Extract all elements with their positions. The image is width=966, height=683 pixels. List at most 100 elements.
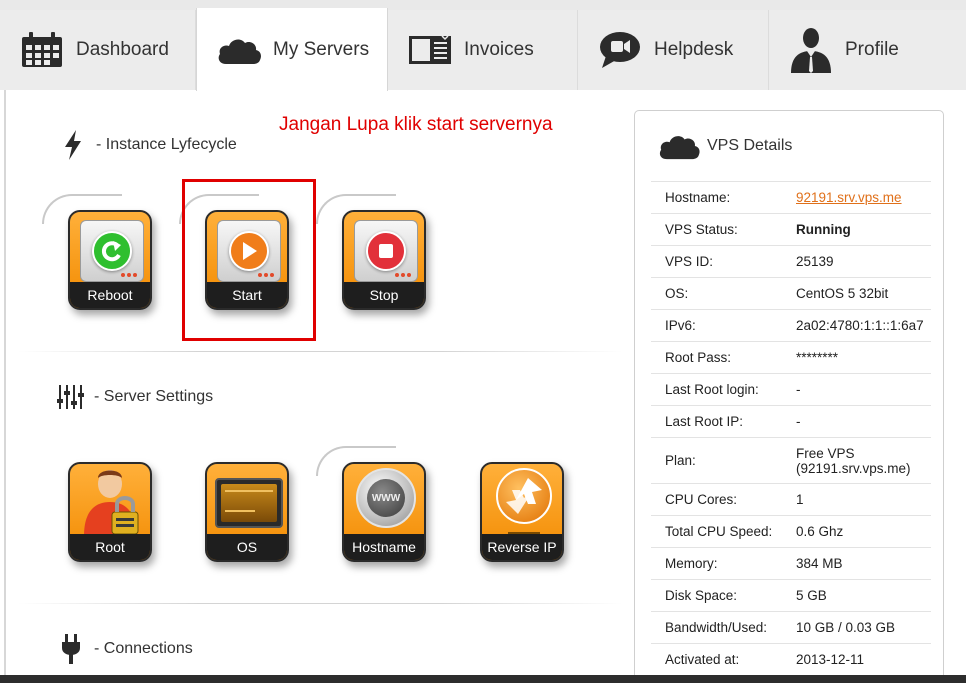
detail-row-os: OS: CentOS 5 32bit [651, 277, 931, 309]
detail-value: 2013-12-11 [796, 652, 865, 667]
status-leds [395, 273, 411, 277]
root-button[interactable]: Root [54, 442, 152, 570]
section-server-settings: - Server Settings [56, 382, 213, 412]
tab-helpdesk[interactable]: Helpdesk [578, 10, 769, 90]
bottom-taskbar-edge [0, 675, 966, 683]
detail-row-cpu-cores: CPU Cores: 1 [651, 483, 931, 515]
content-left-border [4, 90, 6, 675]
reverse-ip-button[interactable]: Reverse IP [466, 442, 564, 570]
root-tile-body: Root [68, 462, 152, 562]
tab-profile-label: Profile [845, 39, 899, 60]
reverse-arrow-icon [496, 468, 552, 524]
equalizer-icon [56, 382, 86, 412]
detail-value: 2a02:4780:1:1::1:6a7 [796, 318, 924, 333]
root-label: Root [70, 534, 150, 560]
hostname-button[interactable]: WWW Hostname [316, 442, 426, 570]
vps-details-list: Hostname: 92191.srv.vps.me VPS Status: R… [651, 181, 931, 675]
detail-key: OS: [665, 286, 689, 301]
section-server-settings-title: - Server Settings [94, 388, 214, 405]
section-divider [18, 351, 623, 352]
tab-my-servers-label: My Servers [273, 38, 370, 60]
detail-value: - [796, 414, 801, 429]
detail-key: Plan: [665, 453, 696, 468]
hostname-link[interactable]: 92191.srv.vps.me [796, 190, 931, 205]
tab-my-servers[interactable]: My Servers [196, 8, 388, 91]
detail-row-last-root-login: Last Root login: - [651, 373, 931, 405]
detail-row-bandwidth: Bandwidth/Used: 10 GB / 0.03 GB [651, 611, 931, 643]
hostname-label: Hostname [344, 534, 424, 560]
detail-key: Last Root IP: [665, 414, 744, 429]
detail-value: 25139 [796, 254, 834, 269]
top-nav-tabs: Dashboard My Servers Invoices Helpdesk P… [0, 0, 966, 91]
detail-key: Last Root login: [665, 382, 759, 397]
cloud-icon [215, 30, 263, 70]
reboot-label: Reboot [70, 282, 150, 308]
start-reminder-note: Jangan Lupa klik start servernya [279, 114, 553, 135]
section-connections-title: - Connections [94, 640, 193, 657]
detail-row-memory: Memory: 384 MB [651, 547, 931, 579]
calendar-icon [18, 30, 66, 70]
detail-value: 5 GB [796, 588, 827, 603]
os-screen-icon [215, 478, 283, 528]
stop-label: Stop [344, 282, 424, 308]
lightning-icon [58, 130, 88, 160]
invoice-icon [406, 30, 454, 70]
start-highlight-frame [182, 179, 316, 341]
detail-key: Disk Space: [665, 588, 738, 603]
tab-dashboard-label: Dashboard [76, 39, 169, 60]
plug-icon [56, 634, 86, 664]
stop-icon [366, 231, 406, 271]
detail-value: 0.6 Ghz [796, 524, 844, 539]
detail-value: 1 [796, 492, 804, 507]
detail-key: VPS Status: [665, 222, 738, 237]
tab-helpdesk-label: Helpdesk [654, 39, 734, 60]
chat-bubble-icon [596, 30, 644, 70]
detail-key: Hostname: [665, 190, 731, 205]
detail-row-hostname: Hostname: 92191.srv.vps.me [651, 181, 931, 213]
detail-key: Bandwidth/Used: [665, 620, 768, 635]
detail-value: ******** [796, 350, 839, 365]
detail-row-disk: Disk Space: 5 GB [651, 579, 931, 611]
reboot-icon [92, 231, 132, 271]
os-button[interactable]: OS [191, 442, 289, 570]
status-leds [121, 273, 137, 277]
status-value: Running [796, 222, 851, 237]
user-lock-icon [80, 466, 144, 536]
detail-value: CentOS 5 32bit [796, 286, 889, 301]
section-instance-lifecycle-title: - Instance Lyfecycle [96, 136, 237, 153]
network-lines [508, 526, 540, 534]
reboot-tile-body: Reboot [68, 210, 152, 310]
detail-row-ipv6: IPv6: 2a02:4780:1:1::1:6a7 [651, 309, 931, 341]
www-globe-icon: WWW [356, 468, 416, 528]
tab-invoices[interactable]: Invoices [388, 10, 578, 90]
stop-button[interactable]: Stop [316, 190, 426, 318]
detail-row-cpu-speed: Total CPU Speed: 0.6 Ghz [651, 515, 931, 547]
detail-key: VPS ID: [665, 254, 714, 269]
reverse-ip-label: Reverse IP [482, 534, 562, 560]
detail-value: 10 GB / 0.03 GB [796, 620, 896, 635]
vps-details-panel: VPS Details Hostname: 92191.srv.vps.me V… [634, 110, 944, 683]
hostname-tile-body: WWW Hostname [342, 462, 426, 562]
detail-value: Free VPS (92191.srv.vps.me) [796, 445, 911, 476]
detail-row-activated: Activated at: 2013-12-11 [651, 643, 931, 675]
vps-details-title: VPS Details [707, 137, 793, 154]
tab-profile[interactable]: Profile [769, 10, 966, 90]
cloud-icon [657, 131, 701, 161]
detail-row-status: VPS Status: Running [651, 213, 931, 245]
detail-key: CPU Cores: [665, 492, 738, 507]
section-divider [18, 603, 623, 604]
reboot-button[interactable]: Reboot [42, 190, 152, 318]
stop-tile-body: Stop [342, 210, 426, 310]
detail-key: Total CPU Speed: [665, 524, 773, 539]
drive-plate [354, 220, 418, 282]
detail-value: - [796, 382, 801, 397]
section-connections: - Connections [56, 634, 193, 664]
detail-key: Activated at: [665, 652, 740, 667]
detail-key: IPv6: [665, 318, 696, 333]
detail-key: Memory: [665, 556, 718, 571]
www-badge: WWW [371, 492, 401, 504]
reverse-ip-tile-body: Reverse IP [480, 462, 564, 562]
tab-dashboard[interactable]: Dashboard [0, 10, 196, 90]
detail-row-root-pass: Root Pass: ******** [651, 341, 931, 373]
user-icon [787, 28, 835, 73]
